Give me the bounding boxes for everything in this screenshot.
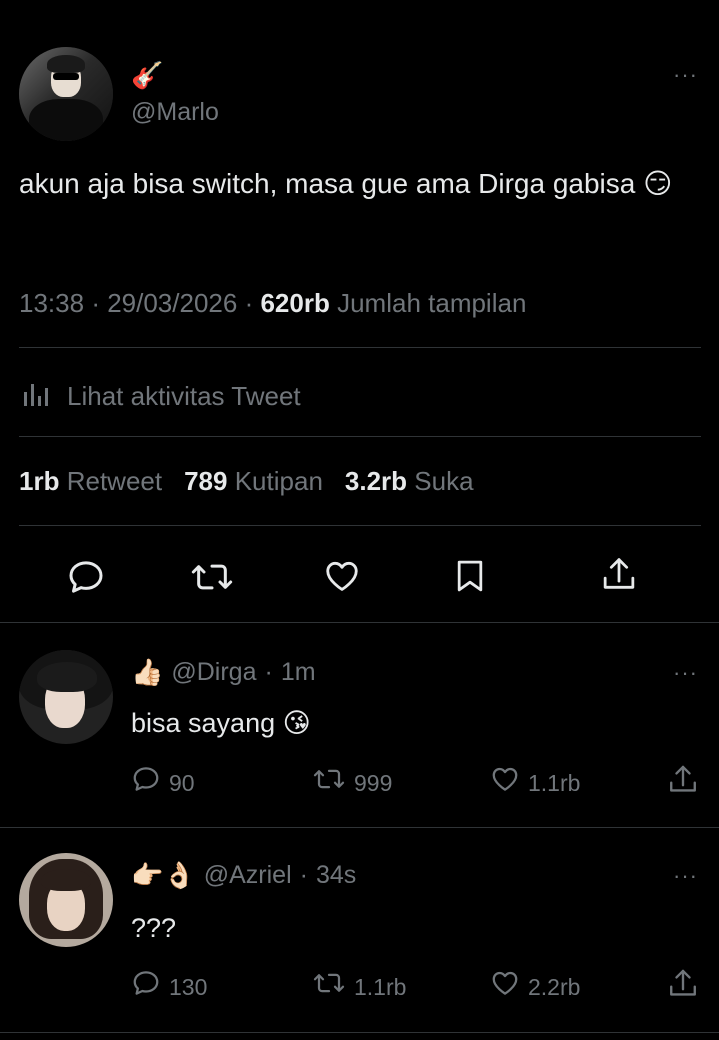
views-count: 620rb bbox=[260, 288, 330, 318]
share-icon[interactable] bbox=[667, 763, 699, 797]
analytics-icon bbox=[19, 374, 53, 417]
divider bbox=[0, 827, 719, 828]
views-label: Jumlah tampilan bbox=[337, 288, 527, 318]
tweet-text: akun aja bisa switch, masa gue ama Dirga… bbox=[19, 168, 673, 199]
author-handle[interactable]: @Marlo bbox=[131, 96, 219, 128]
more-options-icon[interactable]: ··· bbox=[673, 865, 698, 887]
share-icon[interactable] bbox=[667, 967, 699, 1001]
avatar-body bbox=[29, 99, 103, 141]
meta-separator: · bbox=[244, 288, 261, 318]
retweets-count: 1rb bbox=[19, 466, 60, 496]
like-icon bbox=[490, 968, 520, 1005]
avatar[interactable] bbox=[19, 47, 113, 141]
meta-separator: · bbox=[264, 658, 273, 686]
quotes-stat[interactable]: 789 Kutipan bbox=[184, 466, 323, 496]
share-icon[interactable] bbox=[600, 555, 638, 595]
tweet-stats: 1rb Retweet 789 Kutipan 3.2rb Suka bbox=[19, 463, 474, 499]
retweet-icon bbox=[312, 968, 346, 1005]
tweet-date[interactable]: 29/03/2026 bbox=[107, 288, 237, 318]
retweet-count: 999 bbox=[354, 769, 393, 796]
like-count: 2.2rb bbox=[528, 973, 581, 1000]
more-options-icon[interactable]: ··· bbox=[673, 64, 698, 86]
like-button[interactable]: 1.1rb bbox=[490, 764, 580, 801]
reply-button[interactable]: 90 bbox=[131, 764, 195, 801]
view-activity-label: Lihat aktivitas Tweet bbox=[67, 380, 301, 411]
divider bbox=[0, 1032, 719, 1033]
retweet-button[interactable]: 999 bbox=[312, 764, 392, 801]
retweet-count: 1.1rb bbox=[354, 973, 407, 1000]
tweet-meta: 13:38 · 29/03/2026 · 620rb Jumlah tampil… bbox=[19, 285, 526, 321]
reply-text: ??? bbox=[131, 913, 177, 943]
quotes-label: Kutipan bbox=[234, 466, 323, 496]
reply-handle[interactable]: @Dirga bbox=[171, 655, 256, 689]
reply-handle[interactable]: @Azriel bbox=[204, 858, 292, 892]
reply-button[interactable]: 130 bbox=[131, 968, 207, 1005]
divider bbox=[19, 436, 701, 437]
avatar-hair bbox=[47, 55, 85, 73]
divider bbox=[0, 622, 719, 623]
divider bbox=[19, 347, 701, 348]
divider bbox=[19, 525, 701, 526]
reply-text: bisa sayang 😘 bbox=[131, 708, 311, 738]
like-count: 1.1rb bbox=[528, 769, 581, 796]
retweets-label: Retweet bbox=[66, 466, 163, 496]
meta-separator: · bbox=[91, 288, 108, 318]
meta-separator: · bbox=[299, 861, 308, 889]
bookmark-icon[interactable] bbox=[453, 557, 487, 595]
avatar-sunglasses bbox=[53, 73, 79, 80]
thumbs-up-emoji-icon: 👍🏻 bbox=[131, 657, 164, 687]
reply-avatar[interactable] bbox=[19, 650, 113, 744]
reply-time[interactable]: 34s bbox=[316, 858, 356, 892]
retweet-icon[interactable] bbox=[190, 557, 234, 597]
retweet-button[interactable]: 1.1rb bbox=[312, 968, 406, 1005]
like-icon[interactable] bbox=[323, 557, 361, 595]
reply-avatar[interactable] bbox=[19, 853, 113, 947]
like-button[interactable]: 2.2rb bbox=[490, 968, 580, 1005]
reply-header: 👉🏻👌🏻 @Azriel · 34s bbox=[131, 858, 356, 892]
likes-count: 3.2rb bbox=[344, 466, 408, 496]
reply-header: 👍🏻 @Dirga · 1m bbox=[131, 655, 316, 689]
likes-label: Suka bbox=[414, 466, 474, 496]
tweet-time[interactable]: 13:38 bbox=[19, 288, 84, 318]
more-options-icon[interactable]: ··· bbox=[673, 662, 698, 684]
reply-count: 90 bbox=[169, 769, 195, 796]
like-icon bbox=[490, 764, 520, 801]
pointing-ok-emoji-icon: 👉🏻👌🏻 bbox=[131, 860, 196, 890]
quotes-count: 789 bbox=[184, 466, 228, 496]
guitar-emoji-icon: 🎸 bbox=[131, 60, 164, 90]
view-activity-link[interactable]: Lihat aktivitas Tweet bbox=[19, 374, 301, 417]
reply-count: 130 bbox=[169, 973, 208, 1000]
retweet-icon bbox=[312, 764, 346, 801]
avatar-fringe bbox=[41, 869, 91, 891]
likes-stat[interactable]: 3.2rb Suka bbox=[345, 466, 474, 496]
reply-icon bbox=[131, 968, 161, 1005]
reply-icon[interactable] bbox=[66, 557, 106, 597]
retweets-stat[interactable]: 1rb Retweet bbox=[19, 466, 162, 496]
reply-icon bbox=[131, 764, 161, 801]
reply-time[interactable]: 1m bbox=[281, 655, 316, 689]
avatar-fringe bbox=[37, 662, 97, 692]
